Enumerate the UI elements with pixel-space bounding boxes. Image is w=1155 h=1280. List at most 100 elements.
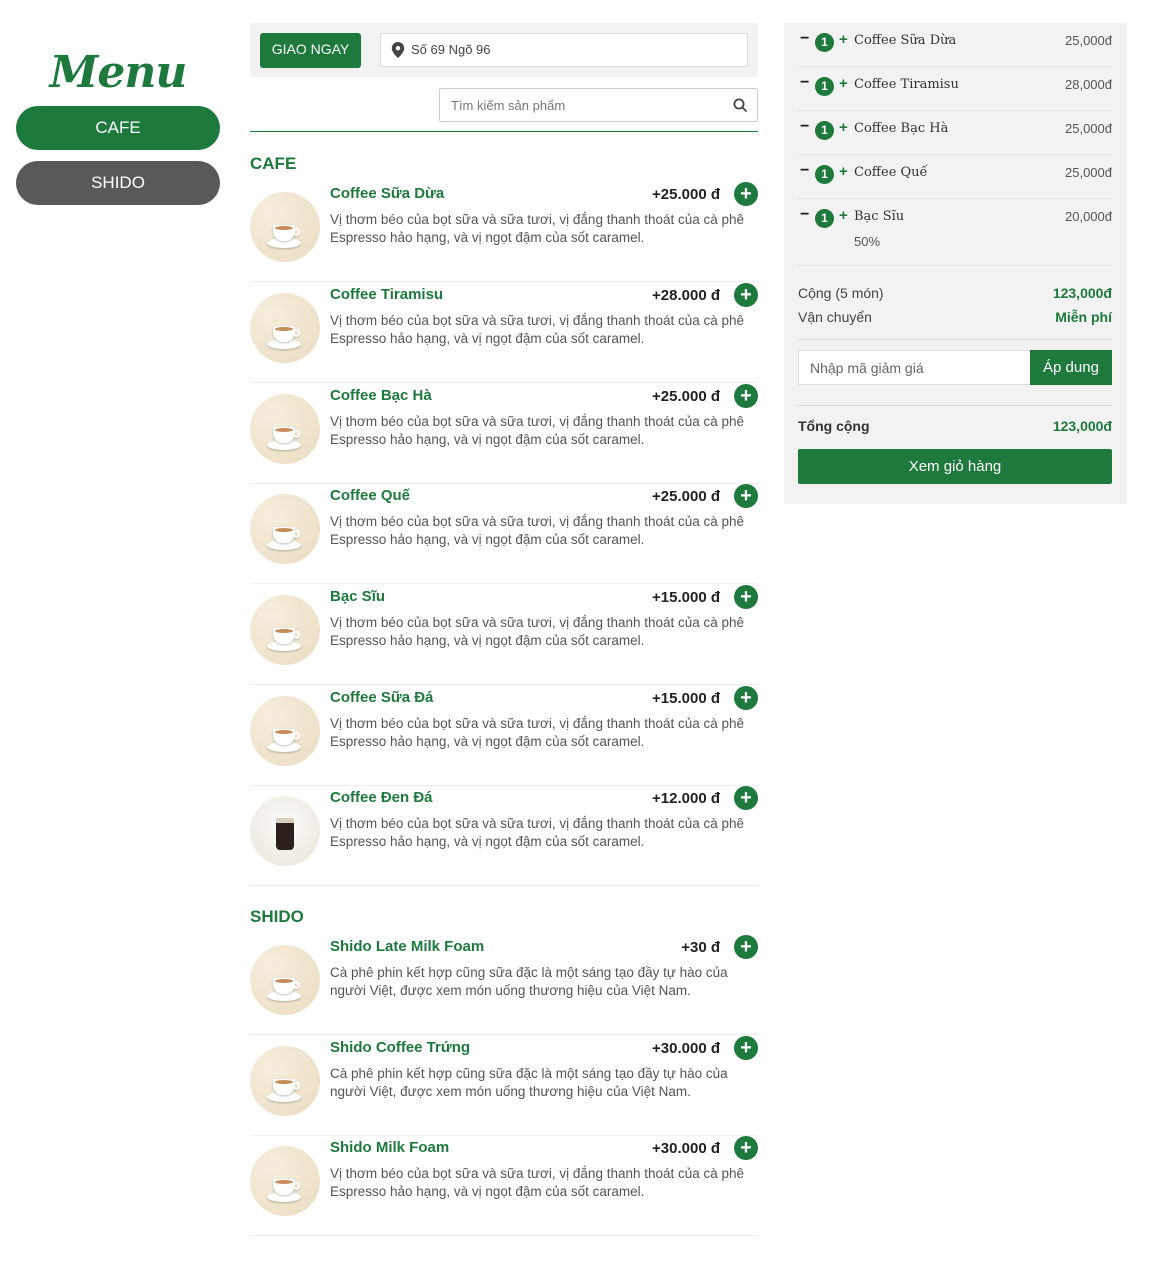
cart-item: − 1 + Coffee Bạc Hà 25,000đ bbox=[798, 111, 1112, 155]
product-description: Cà phê phin kết hợp cũng sữa đặc là một … bbox=[330, 965, 728, 998]
add-to-cart-icon[interactable]: + bbox=[734, 585, 758, 609]
cart-divider bbox=[798, 405, 1112, 406]
cart-item-note: 50% bbox=[854, 234, 881, 249]
increase-qty-button[interactable]: + bbox=[839, 119, 848, 136]
product-name[interactable]: Shido Milk Foam bbox=[330, 1139, 449, 1156]
product-image bbox=[250, 696, 320, 766]
subtotal-value: 123,000đ bbox=[1052, 285, 1112, 301]
increase-qty-button[interactable]: + bbox=[839, 75, 848, 92]
product-description: Cà phê phin kết hợp cũng sữa đặc là một … bbox=[330, 1066, 728, 1099]
product-description: Vị thơm béo của bọt sữa và sữa tươi, vị … bbox=[330, 1166, 745, 1199]
qty-badge: 1 bbox=[815, 77, 834, 96]
cart-item-price: 25,000đ bbox=[1065, 33, 1112, 48]
add-to-cart-icon[interactable]: + bbox=[734, 686, 758, 710]
product-name[interactable]: Coffee Tiramisu bbox=[330, 286, 443, 303]
category-shido-button[interactable]: SHIDO bbox=[16, 161, 220, 205]
increase-qty-button[interactable]: + bbox=[839, 31, 848, 48]
cart-item-name: Coffee Bạc Hà bbox=[854, 121, 949, 136]
add-to-cart-icon[interactable]: + bbox=[734, 1136, 758, 1160]
cart-item-name: Coffee Sữa Dừa bbox=[854, 33, 957, 48]
cart-item-price: 25,000đ bbox=[1065, 165, 1112, 180]
product-image bbox=[250, 192, 320, 262]
address-field[interactable]: Số 69 Ngõ 96 bbox=[380, 33, 748, 67]
product-description: Vị thơm béo của bọt sữa và sữa tươi, vị … bbox=[330, 514, 745, 547]
product-price: +30.000 đ bbox=[652, 1040, 720, 1057]
product-item: Coffee Quế +25.000 đ + Vị thơm béo của b… bbox=[250, 484, 758, 584]
total-row: Tổng cộng 123,000đ bbox=[798, 418, 1112, 434]
product-name[interactable]: Bạc Sĩu bbox=[330, 588, 385, 605]
decrease-qty-button[interactable]: − bbox=[800, 206, 809, 224]
product-name[interactable]: Shido Late Milk Foam bbox=[330, 938, 484, 955]
product-price: +30 đ bbox=[681, 939, 720, 956]
address-text: Số 69 Ngõ 96 bbox=[411, 42, 491, 57]
increase-qty-button[interactable]: + bbox=[839, 207, 848, 224]
cart-item: − 1 + Bạc Sĩu 20,000đ 50% bbox=[798, 199, 1112, 266]
add-to-cart-icon[interactable]: + bbox=[734, 786, 758, 810]
add-to-cart-icon[interactable]: + bbox=[734, 384, 758, 408]
product-item: Shido Coffee Trứng +30.000 đ + Cà phê ph… bbox=[250, 1036, 758, 1136]
product-item: Bạc Sĩu +15.000 đ + Vị thơm béo của bọt … bbox=[250, 585, 758, 685]
add-to-cart-icon[interactable]: + bbox=[734, 935, 758, 959]
product-name[interactable]: Coffee Sữa Dừa bbox=[330, 185, 444, 202]
coupon-input[interactable] bbox=[799, 351, 1019, 384]
product-price: +25.000 đ bbox=[652, 388, 720, 405]
product-name[interactable]: Coffee Đen Đá bbox=[330, 789, 433, 806]
deliver-now-button[interactable]: GIAO NGAY bbox=[260, 33, 361, 68]
product-item: Shido Milk Foam +30.000 đ + Vị thơm béo … bbox=[250, 1136, 758, 1236]
product-item: Shido Late Milk Foam +30 đ + Cà phê phin… bbox=[250, 935, 758, 1035]
add-to-cart-icon[interactable]: + bbox=[734, 484, 758, 508]
product-name[interactable]: Coffee Quế bbox=[330, 487, 410, 504]
product-price: +25.000 đ bbox=[652, 186, 720, 203]
product-name[interactable]: Coffee Sữa Đá bbox=[330, 689, 433, 706]
view-cart-button[interactable]: Xem giỏ hàng bbox=[798, 449, 1112, 484]
product-item: Coffee Bạc Hà +25.000 đ + Vị thơm béo củ… bbox=[250, 384, 758, 484]
cart-item-price: 28,000đ bbox=[1065, 77, 1112, 92]
cart-item-name: Coffee Tiramisu bbox=[854, 77, 959, 92]
section-title-shido: SHIDO bbox=[250, 907, 304, 926]
apply-coupon-button[interactable]: Áp dung bbox=[1030, 350, 1112, 385]
cart-panel: − 1 + Coffee Sữa Dừa 25,000đ − 1 + Coffe… bbox=[784, 23, 1127, 504]
cart-item: − 1 + Coffee Quế 25,000đ bbox=[798, 155, 1112, 199]
product-item: Coffee Sữa Đá +15.000 đ + Vị thơm béo củ… bbox=[250, 686, 758, 786]
cart-item: − 1 + Coffee Sữa Dừa 25,000đ bbox=[798, 23, 1112, 67]
product-price: +15.000 đ bbox=[652, 589, 720, 606]
product-image bbox=[250, 1146, 320, 1216]
product-name[interactable]: Shido Coffee Trứng bbox=[330, 1039, 470, 1056]
product-image bbox=[250, 293, 320, 363]
decrease-qty-button[interactable]: − bbox=[800, 162, 809, 180]
cart-item: − 1 + Coffee Tiramisu 28,000đ bbox=[798, 67, 1112, 111]
cart-item-price: 25,000đ bbox=[1065, 121, 1112, 136]
qty-badge: 1 bbox=[815, 33, 834, 52]
shipping-value: Miễn phí bbox=[1055, 309, 1112, 325]
product-item: Coffee Sữa Dừa +25.000 đ + Vị thơm béo c… bbox=[250, 182, 758, 282]
product-price: +12.000 đ bbox=[652, 790, 720, 807]
decrease-qty-button[interactable]: − bbox=[800, 74, 809, 92]
product-item: Coffee Đen Đá +12.000 đ + Vị thơm béo củ… bbox=[250, 786, 758, 886]
header-divider bbox=[250, 131, 758, 132]
add-to-cart-icon[interactable]: + bbox=[734, 182, 758, 206]
search-input[interactable] bbox=[440, 89, 720, 121]
search-icon[interactable] bbox=[733, 98, 747, 112]
increase-qty-button[interactable]: + bbox=[839, 163, 848, 180]
product-price: +30.000 đ bbox=[652, 1140, 720, 1157]
qty-badge: 1 bbox=[815, 165, 834, 184]
product-description: Vị thơm béo của bọt sữa và sữa tươi, vị … bbox=[330, 716, 745, 749]
add-to-cart-icon[interactable]: + bbox=[734, 283, 758, 307]
product-description: Vị thơm béo của bọt sữa và sữa tươi, vị … bbox=[330, 212, 745, 245]
menu-logo: Menu bbox=[49, 47, 188, 98]
decrease-qty-button[interactable]: − bbox=[800, 118, 809, 136]
product-description: Vị thơm béo của bọt sữa và sữa tươi, vị … bbox=[330, 414, 745, 447]
product-description: Vị thơm béo của bọt sữa và sữa tươi, vị … bbox=[330, 313, 745, 346]
product-image bbox=[250, 394, 320, 464]
product-search[interactable] bbox=[439, 88, 758, 122]
add-to-cart-icon[interactable]: + bbox=[734, 1036, 758, 1060]
product-item: Coffee Tiramisu +28.000 đ + Vị thơm béo … bbox=[250, 283, 758, 383]
subtotal-row: Cộng (5 món) 123,000đ bbox=[798, 285, 1112, 301]
product-image bbox=[250, 1046, 320, 1116]
product-name[interactable]: Coffee Bạc Hà bbox=[330, 387, 432, 404]
total-value: 123,000đ bbox=[1052, 418, 1112, 434]
decrease-qty-button[interactable]: − bbox=[800, 30, 809, 48]
product-description: Vị thơm béo của bọt sữa và sữa tươi, vị … bbox=[330, 615, 745, 648]
category-cafe-button[interactable]: CAFE bbox=[16, 106, 220, 150]
cart-item-name: Bạc Sĩu bbox=[854, 209, 905, 224]
